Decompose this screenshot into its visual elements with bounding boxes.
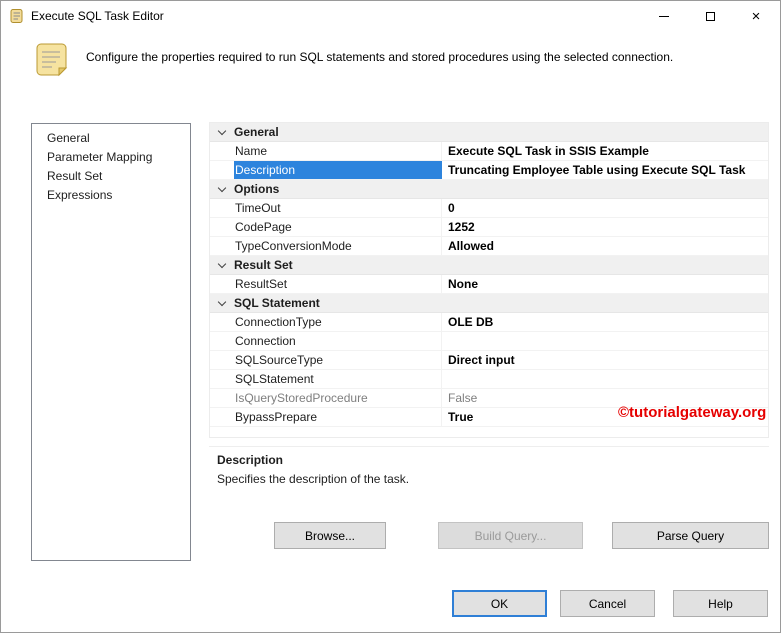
title-bar[interactable]: Execute SQL Task Editor × (1, 1, 780, 31)
window-title: Execute SQL Task Editor (31, 9, 164, 23)
grid-property-row[interactable]: Name Execute SQL Task in SSIS Example (210, 142, 768, 161)
row-indent (210, 332, 234, 350)
execute-sql-task-editor-dialog: Execute SQL Task Editor × Configure the … (0, 0, 781, 633)
property-grid: General Name Execute SQL Task in SSIS Exam… (209, 122, 769, 438)
property-value-cell[interactable]: Allowed (442, 237, 768, 255)
chevron-down-icon (217, 126, 227, 135)
header: Configure the properties required to run… (1, 33, 780, 95)
ok-button[interactable]: OK (452, 590, 547, 617)
property-value-cell[interactable]: None (442, 275, 768, 293)
property-name-cell[interactable]: ResultSet (234, 275, 442, 293)
property-value-cell[interactable] (442, 332, 768, 350)
cancel-button[interactable]: Cancel (560, 590, 655, 617)
property-name-cell[interactable]: TimeOut (234, 199, 442, 217)
category-label: Result Set (234, 258, 293, 272)
help-panel: Description Specifies the description of… (209, 446, 769, 504)
sidebar-item-expressions[interactable]: Expressions (32, 186, 190, 205)
property-name-cell[interactable]: Name (234, 142, 442, 160)
row-indent (210, 351, 234, 369)
grid-category-row[interactable]: Result Set (210, 256, 768, 275)
chevron-down-icon (217, 259, 227, 268)
category-expander[interactable] (210, 256, 234, 274)
app-icon (9, 8, 25, 24)
row-indent (210, 389, 234, 407)
property-name-cell[interactable]: CodePage (234, 218, 442, 236)
row-indent (210, 313, 234, 331)
category-expander[interactable] (210, 294, 234, 312)
property-name-cell[interactable]: BypassPrepare (234, 408, 442, 426)
grid-property-row[interactable]: SQLStatement (210, 370, 768, 389)
property-value-cell[interactable]: 0 (442, 199, 768, 217)
row-indent (210, 142, 234, 160)
property-name-cell[interactable]: TypeConversionMode (234, 237, 442, 255)
grid-category-row[interactable]: SQL Statement (210, 294, 768, 313)
grid-property-row[interactable]: ConnectionType OLE DB (210, 313, 768, 332)
minimize-button[interactable] (641, 1, 687, 31)
minimize-icon (659, 15, 669, 17)
grid-category-row[interactable]: General (210, 123, 768, 142)
close-icon: × (751, 7, 761, 25)
maximize-button[interactable] (687, 1, 733, 31)
help-panel-text: Specifies the description of the task. (217, 472, 410, 486)
row-indent (210, 370, 234, 388)
property-name-cell[interactable]: SQLSourceType (234, 351, 442, 369)
row-indent (210, 237, 234, 255)
property-value-cell[interactable]: Truncating Employee Table using Execute … (442, 161, 768, 179)
sidebar-item-general[interactable]: General (32, 129, 190, 148)
maximize-icon (705, 11, 715, 21)
property-value-cell[interactable]: Execute SQL Task in SSIS Example (442, 142, 768, 160)
property-name-cell[interactable]: Description (234, 161, 442, 179)
header-description: Configure the properties required to run… (86, 50, 674, 64)
property-name-cell[interactable]: IsQueryStoredProcedure (234, 389, 442, 407)
category-label: General (234, 125, 279, 139)
property-name-cell[interactable]: Connection (234, 332, 442, 350)
sidebar-item-result-set[interactable]: Result Set (32, 167, 190, 186)
property-value-cell[interactable]: Direct input (442, 351, 768, 369)
row-indent (210, 408, 234, 426)
category-expander[interactable] (210, 123, 234, 141)
grid-property-row[interactable]: TimeOut 0 (210, 199, 768, 218)
category-expander[interactable] (210, 180, 234, 198)
category-label: SQL Statement (234, 296, 320, 310)
pages-list: General Parameter Mapping Result Set Exp… (31, 123, 191, 561)
grid-property-row[interactable]: Connection (210, 332, 768, 351)
parse-query-button[interactable]: Parse Query (612, 522, 769, 549)
help-panel-title: Description (217, 453, 284, 467)
row-indent (210, 275, 234, 293)
grid-property-row[interactable]: Description Truncating Employee Table usi… (210, 161, 768, 180)
sidebar-item-parameter-mapping[interactable]: Parameter Mapping (32, 148, 190, 167)
category-label: Options (234, 182, 280, 196)
close-button[interactable]: × (733, 1, 779, 31)
sql-task-icon (31, 39, 71, 88)
grid-property-row[interactable]: CodePage 1252 (210, 218, 768, 237)
build-query-button: Build Query... (438, 522, 583, 549)
property-value-cell[interactable] (442, 370, 768, 388)
grid-property-row[interactable]: SQLSourceType Direct input (210, 351, 768, 370)
property-value-cell[interactable]: OLE DB (442, 313, 768, 331)
window-controls: × (641, 1, 779, 31)
row-indent (210, 218, 234, 236)
chevron-down-icon (217, 183, 227, 192)
grid-property-row[interactable]: ResultSet None (210, 275, 768, 294)
row-indent (210, 199, 234, 217)
watermark: ©tutorialgateway.org (618, 404, 767, 421)
row-indent (210, 161, 234, 179)
grid-category-row[interactable]: Options (210, 180, 768, 199)
help-button[interactable]: Help (673, 590, 768, 617)
property-value-cell[interactable]: 1252 (442, 218, 768, 236)
browse-button[interactable]: Browse... (274, 522, 386, 549)
property-name-cell[interactable]: SQLStatement (234, 370, 442, 388)
grid-property-row[interactable]: TypeConversionMode Allowed (210, 237, 768, 256)
chevron-down-icon (217, 297, 227, 306)
property-name-cell[interactable]: ConnectionType (234, 313, 442, 331)
